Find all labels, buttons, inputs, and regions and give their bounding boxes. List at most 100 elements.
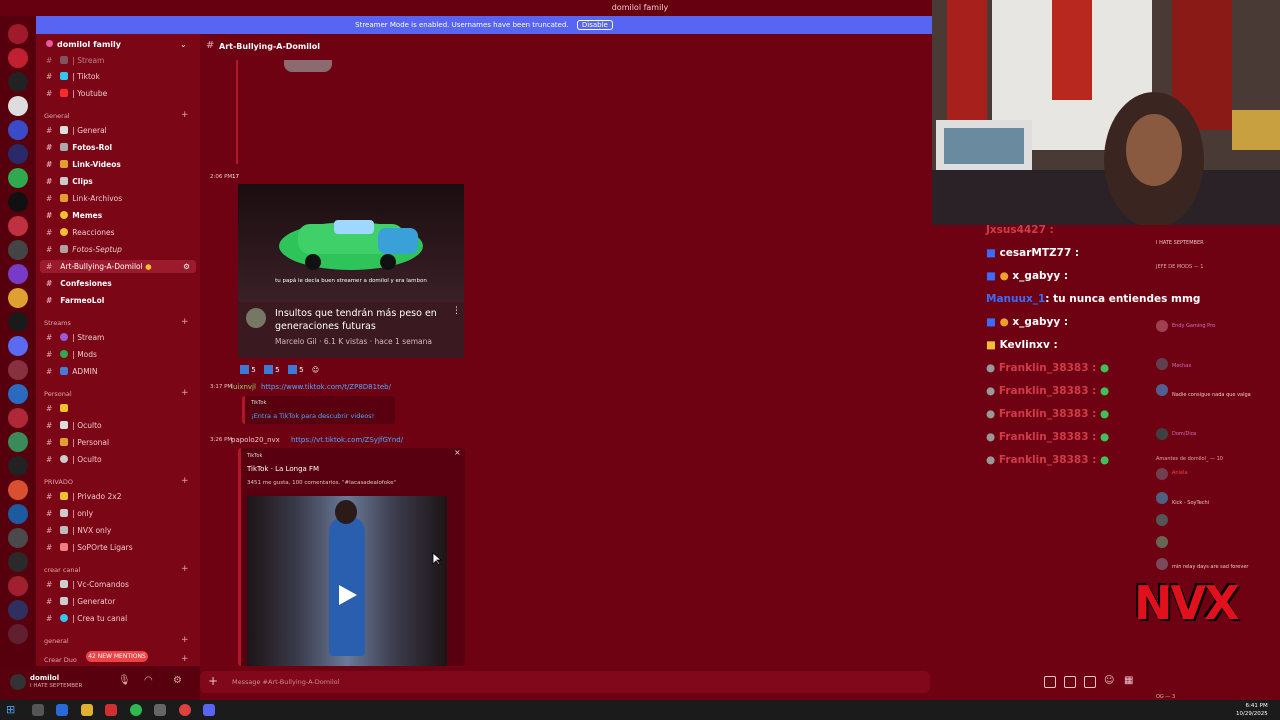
channel-youtube[interactable]: # | Youtube: [46, 89, 107, 98]
member-name[interactable]: Kick - SoyTechi: [1172, 500, 1209, 506]
channel-soporte[interactable]: # | SoPOrte Ligars: [46, 543, 133, 552]
apps-icon[interactable]: ▦: [1124, 675, 1133, 686]
category-privado[interactable]: PRIVADO: [44, 478, 73, 486]
taskbar-app-icon[interactable]: [203, 704, 215, 716]
taskbar-app-icon[interactable]: [130, 704, 142, 716]
member-name[interactable]: Endy Gaming Pro: [1172, 323, 1215, 329]
add-channel-icon[interactable]: +: [181, 564, 189, 574]
reaction-icon[interactable]: [287, 365, 297, 374]
server-icon[interactable]: [8, 24, 28, 44]
channel-mods[interactable]: # | Mods: [46, 350, 97, 359]
taskbar-app-icon[interactable]: [32, 704, 44, 716]
category-crear-canal[interactable]: crear canal: [44, 566, 80, 574]
headphones-icon[interactable]: ◠: [144, 675, 153, 686]
reaction-icon[interactable]: [263, 365, 273, 374]
embed-image[interactable]: [284, 60, 332, 72]
gear-icon[interactable]: ⚙: [173, 675, 182, 686]
add-channel-icon[interactable]: +: [181, 476, 189, 486]
embed-title[interactable]: TikTok · La Longa FM: [247, 465, 319, 473]
server-icon[interactable]: [8, 456, 28, 476]
channel-general[interactable]: # | General: [46, 126, 107, 135]
category-general-2[interactable]: general: [44, 637, 69, 645]
member-name[interactable]: Mechax: [1172, 363, 1191, 369]
add-attachment-icon[interactable]: +: [208, 674, 218, 688]
server-icon[interactable]: [8, 600, 28, 620]
channel-generator[interactable]: # | Generator: [46, 597, 115, 606]
server-icon[interactable]: [8, 408, 28, 428]
gif-icon[interactable]: [1064, 676, 1076, 688]
server-icon[interactable]: [8, 48, 28, 68]
channel-reacciones[interactable]: # Reacciones: [46, 228, 115, 237]
server-icon[interactable]: [8, 72, 28, 92]
channel-clips[interactable]: # Clips: [46, 177, 93, 186]
avatar[interactable]: [1156, 558, 1168, 570]
channel-link-videos[interactable]: # Link-Videos: [46, 160, 121, 169]
gift-icon[interactable]: [1044, 676, 1056, 688]
category-crear-duo[interactable]: Crear Duo: [44, 656, 77, 664]
server-icon[interactable]: [8, 144, 28, 164]
member-name[interactable]: Dom/Dios: [1172, 431, 1196, 437]
add-channel-icon[interactable]: +: [181, 654, 189, 664]
taskbar-app-icon[interactable]: [105, 704, 117, 716]
emoji-picker-icon[interactable]: ☺: [1104, 675, 1114, 686]
channel-memes[interactable]: # Memes: [46, 211, 102, 220]
channel-link-archivos[interactable]: # Link-Archivos: [46, 194, 122, 203]
member-name[interactable]: Nadie consigue nada que valga: [1172, 392, 1251, 398]
play-icon[interactable]: [336, 584, 358, 606]
channel-only[interactable]: # | only: [46, 509, 93, 518]
add-channel-icon[interactable]: +: [181, 110, 189, 120]
channel-personal-emoji[interactable]: #: [46, 404, 72, 413]
channel-fotos-septup[interactable]: # Fotos-Septup: [46, 245, 122, 254]
server-name[interactable]: domilol family: [46, 40, 121, 49]
server-icon[interactable]: [8, 288, 28, 308]
avatar[interactable]: [1156, 358, 1168, 370]
avatar[interactable]: [1156, 492, 1168, 504]
message-author[interactable]: luixnvjl: [231, 383, 256, 391]
server-icon[interactable]: [8, 384, 28, 404]
video-thumbnail[interactable]: tu papá le decía buen streamer a domilol…: [238, 184, 464, 302]
channel-oculto[interactable]: # | Oculto: [46, 421, 102, 430]
channel-stream[interactable]: # | Stream: [46, 56, 104, 65]
server-icon[interactable]: [8, 432, 28, 452]
message-link[interactable]: https://www.tiktok.com/t/ZP8D81teb/: [261, 383, 391, 391]
category-general[interactable]: General: [44, 112, 70, 120]
server-icon[interactable]: [8, 336, 28, 356]
server-icon[interactable]: [8, 120, 28, 140]
add-channel-icon[interactable]: +: [181, 317, 189, 327]
close-icon[interactable]: ×: [454, 448, 461, 457]
server-icon[interactable]: [8, 192, 28, 212]
member-name[interactable]: Aniela: [1172, 470, 1188, 476]
avatar[interactable]: [1156, 428, 1168, 440]
channel-admin[interactable]: # ADMIN: [46, 367, 98, 376]
server-icon[interactable]: [8, 480, 28, 500]
add-channel-icon[interactable]: +: [181, 635, 189, 645]
more-options-icon[interactable]: ⋮: [452, 306, 461, 316]
microphone-icon[interactable]: 🎙: [118, 675, 131, 686]
system-clock[interactable]: 6:41 PM 10/29/2025: [1236, 702, 1268, 718]
chevron-down-icon[interactable]: ⌄: [180, 40, 187, 49]
new-mentions-badge[interactable]: 42 NEW MENTIONS: [86, 651, 148, 662]
server-icon[interactable]: [8, 528, 28, 548]
server-icon[interactable]: [8, 360, 28, 380]
category-personal[interactable]: Personal: [44, 390, 72, 398]
channel-crea-tu-canal[interactable]: # | Crea tu canal: [46, 614, 127, 623]
channel-tiktok[interactable]: # | Tiktok: [46, 72, 100, 81]
channel-nvx-only[interactable]: # | NVX only: [46, 526, 111, 535]
disable-button[interactable]: Disable: [576, 20, 613, 30]
video-info-card[interactable]: Insultos que tendrán más peso en generac…: [238, 302, 464, 358]
avatar[interactable]: [1156, 468, 1168, 480]
channel-oculto-2[interactable]: # | Oculto: [46, 455, 102, 464]
add-reaction-icon[interactable]: ☺: [312, 366, 319, 374]
message-author[interactable]: papolo20_nvx: [231, 436, 280, 444]
channel-vc-comandos[interactable]: # | Vc-Comandos: [46, 580, 129, 589]
avatar[interactable]: [10, 674, 26, 690]
avatar[interactable]: [1156, 384, 1168, 396]
channel-stream-2[interactable]: # | Stream: [46, 333, 104, 342]
server-icon[interactable]: [8, 312, 28, 332]
windows-start-icon[interactable]: ⊞: [6, 703, 15, 716]
server-icon[interactable]: [8, 216, 28, 236]
channel-confesiones[interactable]: # Confesiones: [46, 279, 112, 288]
channel-art-bullying[interactable]: # Art-Bullying-A-Domilol ● ⚙: [40, 260, 196, 273]
server-icon[interactable]: [8, 240, 28, 260]
server-icon[interactable]: [8, 552, 28, 572]
